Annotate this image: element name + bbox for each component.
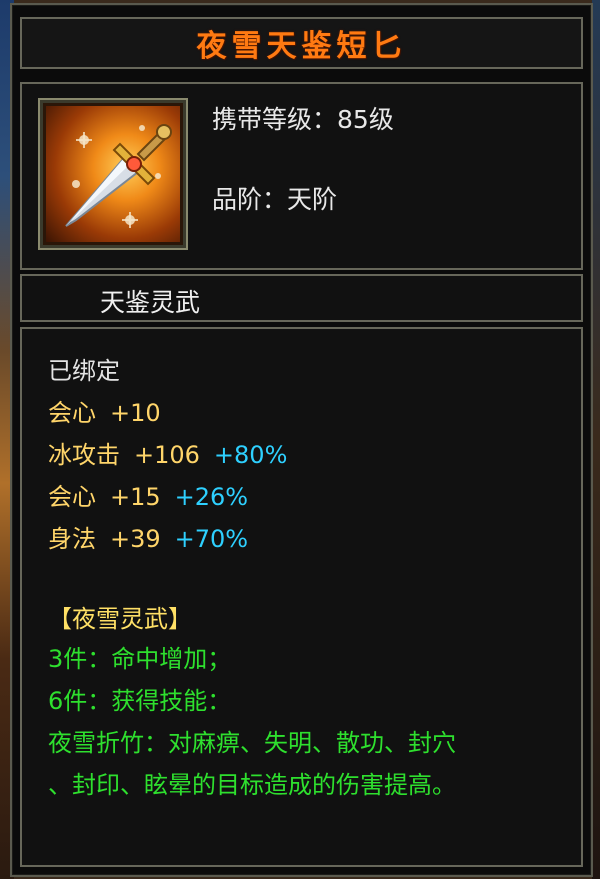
stat-bonus: +26% (174, 483, 249, 511)
set-skill-line: 夜雪折竹：对麻痹、失明、散功、封穴 (48, 729, 456, 757)
set-bonus-6: 6件：获得技能： (48, 687, 232, 715)
item-title-bar: 夜雪天鉴短匕 (20, 17, 583, 69)
carry-level-row: 携带等级：85级 (212, 100, 394, 136)
stat-row: 身法 +39 +70% (48, 519, 248, 554)
stat-base: +39 (110, 525, 161, 553)
item-icon-frame (38, 98, 188, 250)
item-tooltip: 夜雪天鉴短匕 携带等级：85级 品阶：天阶 天鉴灵武 已绑定 会心 +10 冰攻… (10, 3, 593, 877)
set-skill-line: 、封印、眩晕的目标造成的伤害提高。 (48, 771, 456, 799)
grade-value: 天阶 (287, 185, 338, 214)
stat-base: +15 (110, 483, 161, 511)
set-header: 天鉴灵武 (100, 288, 201, 317)
stats-box: 已绑定 会心 +10 冰攻击 +106 +80% 会心 +15 +26% 身法 +39 +70… (20, 327, 583, 867)
dagger-icon (46, 106, 180, 242)
game-background-right (592, 0, 600, 879)
stat-row: 冰攻击 +106 +80% (48, 435, 287, 470)
stat-bonus: +80% (213, 441, 288, 469)
stat-row: 会心 +15 +26% (48, 477, 248, 512)
stat-name: 冰攻击 (48, 441, 120, 469)
stat-name: 会心 (48, 483, 96, 511)
item-name: 夜雪天鉴短匕 (196, 29, 407, 64)
stat-row: 会心 +10 (48, 393, 161, 428)
item-info-box: 携带等级：85级 品阶：天阶 (20, 82, 583, 270)
set-bonus-3: 3件：命中增加； (48, 645, 232, 673)
grade-row: 品阶：天阶 (212, 180, 337, 216)
stat-bonus: +70% (174, 525, 249, 553)
carry-level-value: 85级 (337, 105, 394, 134)
set-title: 【夜雪灵武】 (48, 605, 192, 633)
carry-level-label: 携带等级： (212, 105, 338, 134)
stat-name: 身法 (48, 525, 96, 553)
set-header-box: 天鉴灵武 (20, 274, 583, 322)
stat-base: +106 (134, 441, 200, 469)
bound-status: 已绑定 (48, 357, 120, 385)
grade-label: 品阶： (212, 185, 288, 214)
stat-base: +10 (110, 399, 161, 427)
stat-name: 会心 (48, 399, 96, 427)
